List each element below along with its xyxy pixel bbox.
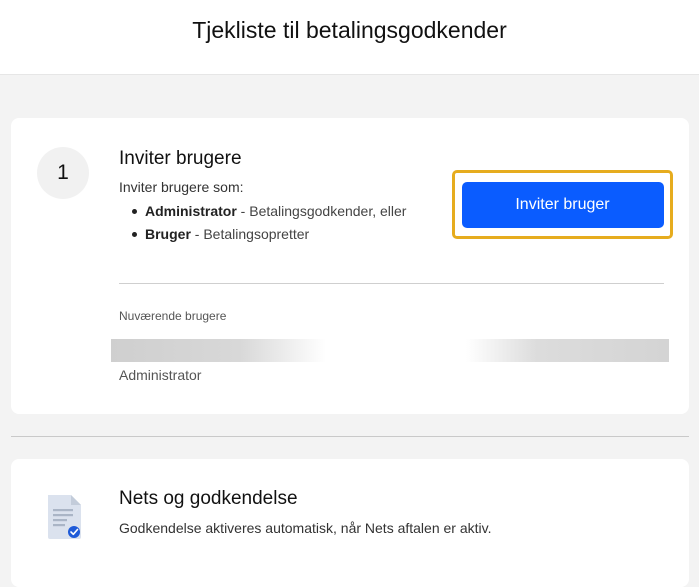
role-description: - Betalingsgodkender, eller: [236, 203, 407, 219]
role-name: Bruger: [145, 226, 191, 242]
step-description: Godkendelse aktiveres automatisk, når Ne…: [119, 520, 492, 536]
step-number-badge: 1: [37, 147, 89, 199]
divider: [119, 283, 664, 284]
page-title: Tjekliste til betalingsgodkender: [192, 16, 507, 43]
step-title: Inviter brugere: [119, 148, 242, 169]
step-title: Nets og godkendelse: [119, 488, 298, 509]
role-name: Administrator: [145, 203, 237, 219]
invite-users-card: 1 Inviter brugere Inviter brugere som: A…: [11, 118, 689, 414]
redacted-user-email: [466, 339, 669, 362]
role-description: - Betalingsopretter: [190, 226, 310, 242]
current-users-label: Nuværende brugere: [119, 309, 227, 323]
nets-approval-card: Nets og godkendelse Godkendelse aktivere…: [11, 459, 689, 587]
document-check-icon: [48, 495, 81, 539]
invite-user-button[interactable]: Inviter bruger: [461, 181, 664, 228]
current-user-role: Administrator: [119, 367, 202, 383]
role-list-item: Administrator - Betalingsgodkender, elle…: [129, 201, 419, 222]
step-subtitle: Inviter brugere som:: [119, 179, 244, 195]
top-bar: Tjekliste til betalingsgodkender: [0, 0, 699, 75]
invite-button-highlight: Inviter bruger: [452, 170, 673, 239]
section-divider: [11, 436, 689, 437]
redacted-user-name: [111, 339, 326, 362]
role-list: Administrator - Betalingsgodkender, elle…: [129, 201, 419, 247]
role-list-item: Bruger - Betalingsopretter: [129, 224, 419, 245]
